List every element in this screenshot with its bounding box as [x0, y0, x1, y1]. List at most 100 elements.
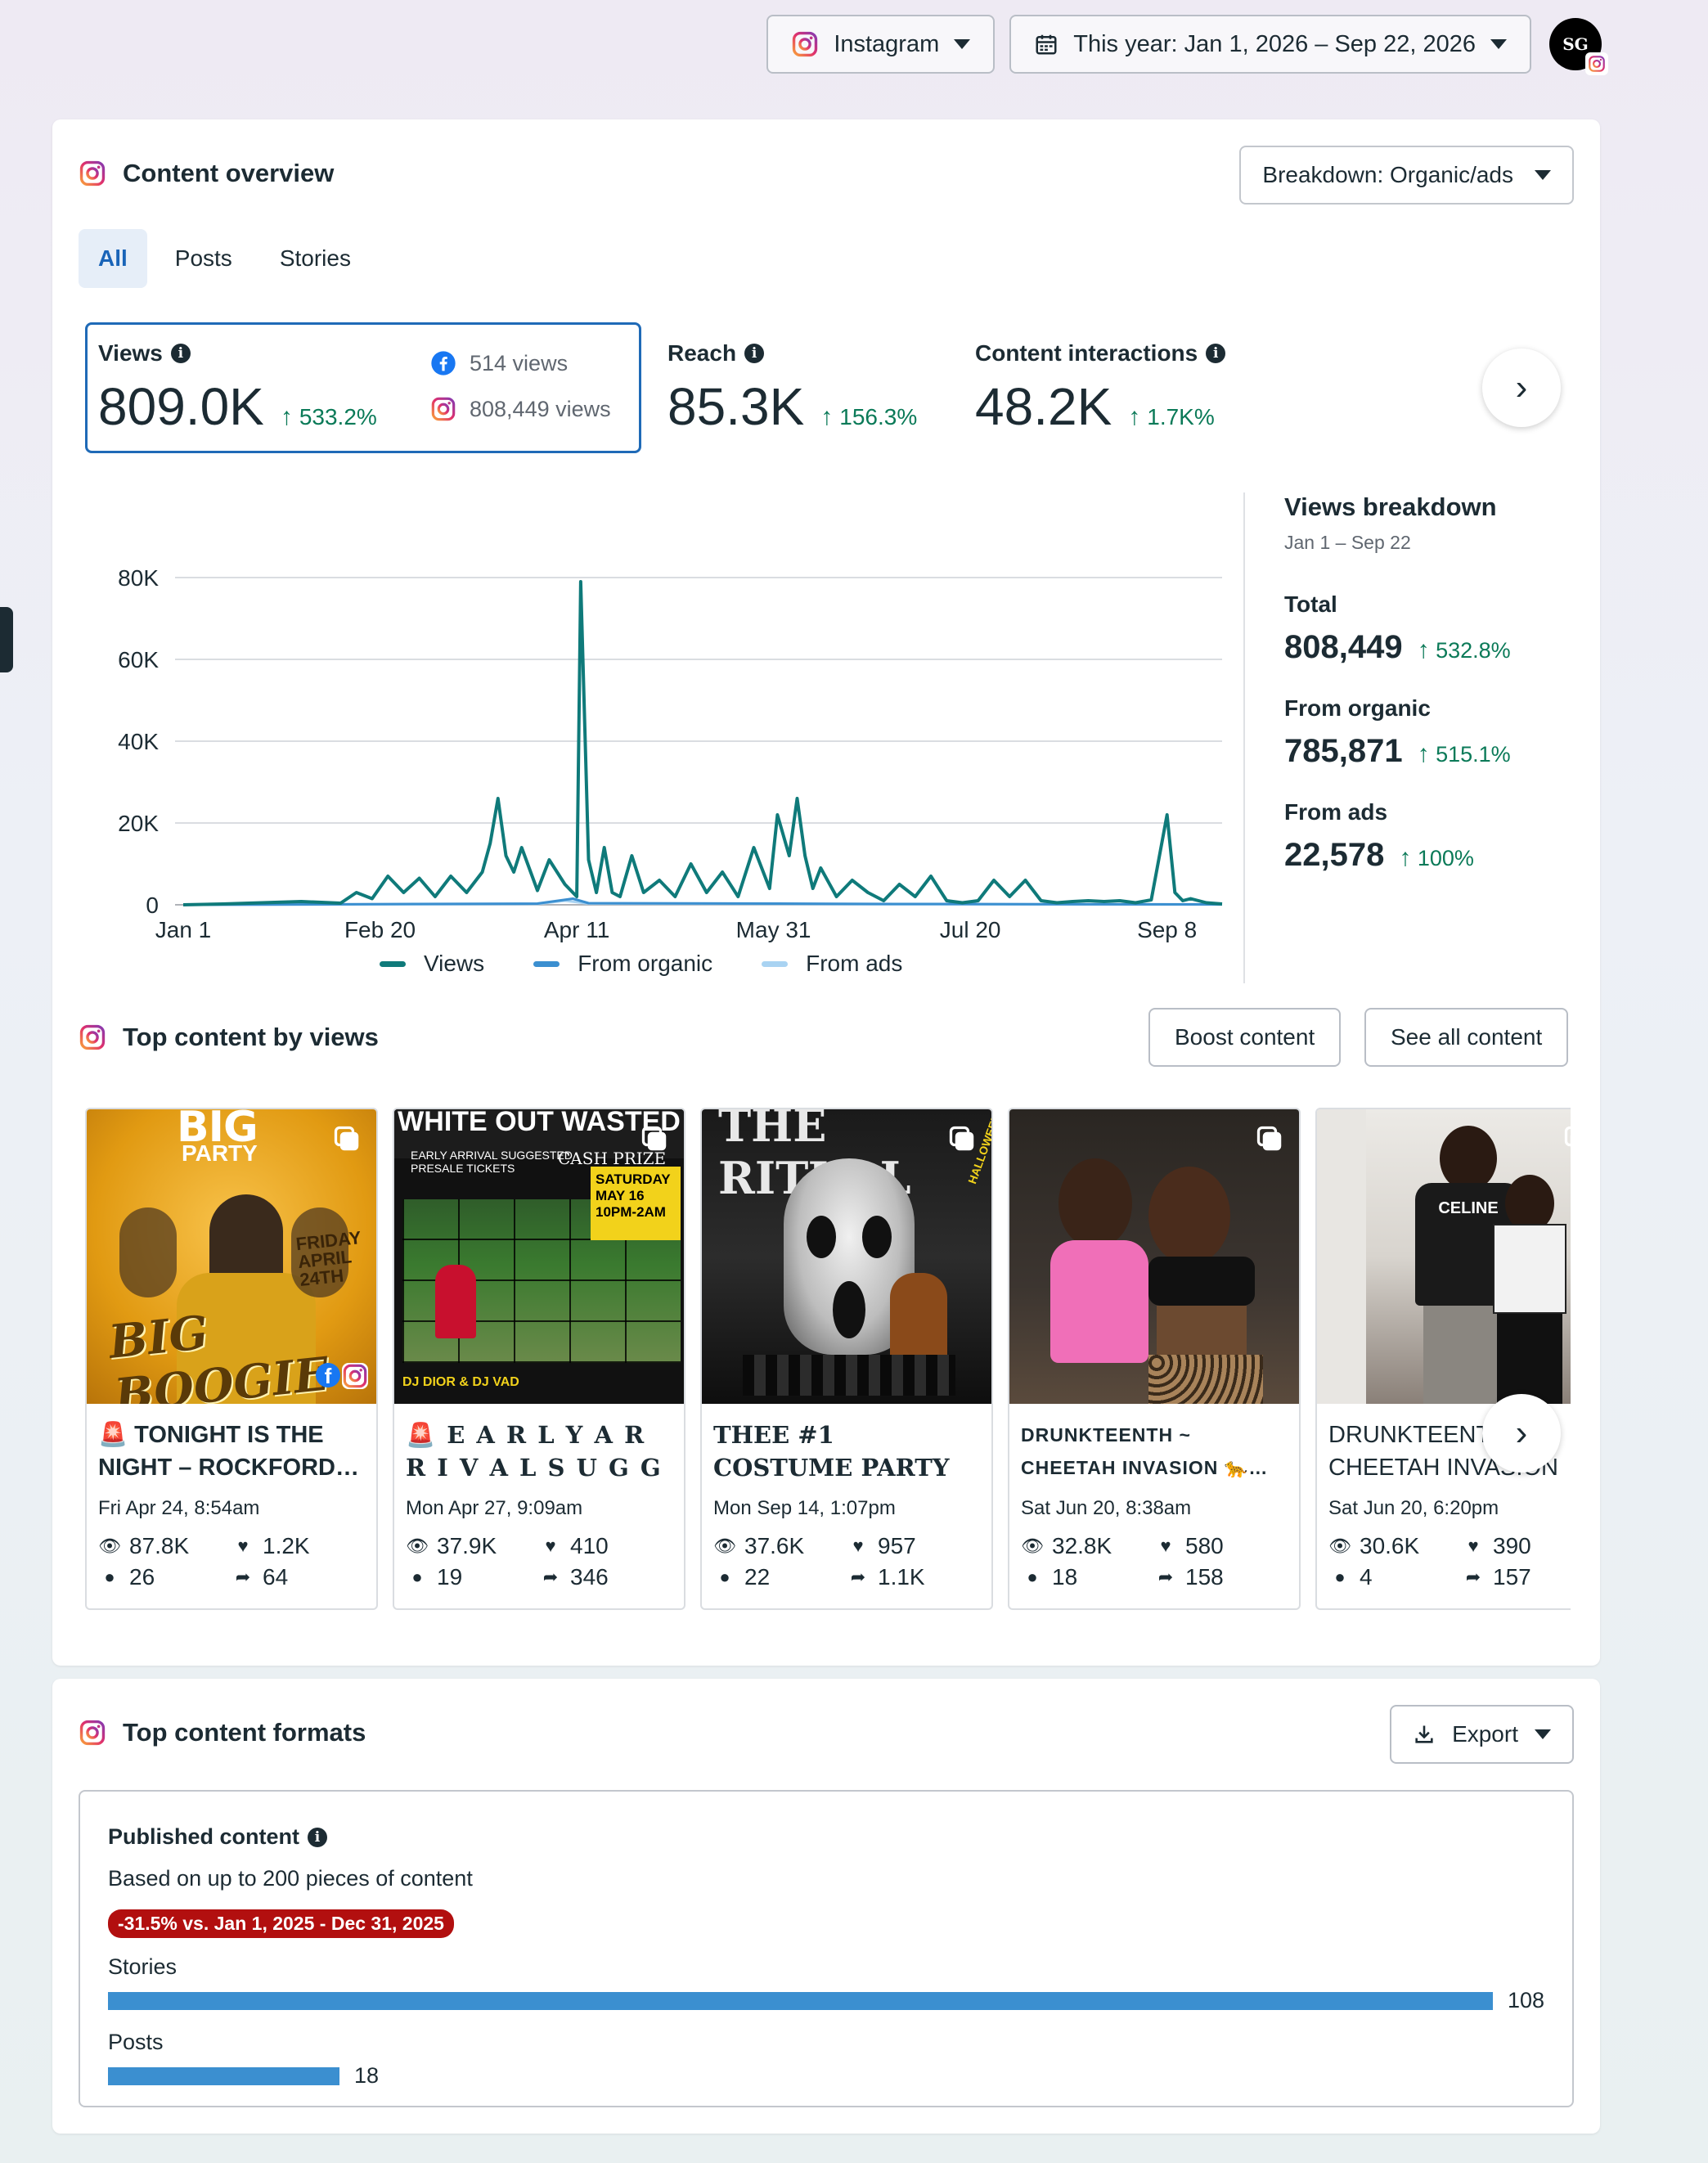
comments-count: 4 — [1360, 1564, 1373, 1590]
info-icon[interactable]: i — [744, 344, 765, 363]
carousel-icon — [332, 1124, 362, 1153]
legend-item-views[interactable]: Views — [380, 951, 484, 977]
export-button[interactable]: Export — [1390, 1705, 1574, 1764]
y-tick-label: 60K — [118, 647, 159, 672]
platform-dropdown[interactable]: Instagram — [766, 15, 996, 74]
arrow-up-icon: ↑ — [1399, 844, 1412, 871]
breakdown-value: 22,578 — [1284, 837, 1385, 873]
content-type-tabs: All Posts Stories — [79, 229, 371, 288]
facebook-views: 514 views — [470, 350, 569, 375]
section-title: Top content formats — [123, 1718, 366, 1747]
export-label: Export — [1452, 1721, 1518, 1747]
breakdown-change: 100% — [1417, 846, 1474, 870]
tab-posts[interactable]: Posts — [155, 229, 252, 288]
breakdown-title: Views breakdown — [1284, 492, 1497, 521]
stories-value: 108 — [1507, 1988, 1544, 2012]
metric-change: 156.3% — [839, 404, 918, 429]
content-tile[interactable]: WHITE OUT WASTED EARLY ARRIVAL SUGGESTED… — [393, 1108, 685, 1610]
shares-count: 157 — [1493, 1564, 1531, 1590]
legend-swatch — [380, 960, 406, 967]
published-title: Published content — [108, 1824, 300, 1849]
info-icon[interactable]: i — [308, 1827, 328, 1847]
content-tile[interactable]: CELINE DRUNKTEENTH ~ CHEETAH INVASION Sa… — [1315, 1108, 1571, 1610]
eye-icon: 👁 — [406, 1536, 429, 1556]
date-range-label: This year: Jan 1, 2026 – Sep 22, 2026 — [1073, 30, 1476, 57]
comment-icon: ● — [719, 1567, 730, 1587]
legend-item-organic[interactable]: From organic — [533, 951, 712, 977]
post-date: Mon Sep 14, 1:07pm — [713, 1497, 896, 1519]
instagram-icon — [791, 30, 819, 58]
views-count: 30.6K — [1360, 1533, 1420, 1558]
share-icon: ➦ — [1157, 1567, 1174, 1587]
post-caption: THEE #1 COSTUME PARTY DONE SPEN… — [713, 1421, 950, 1482]
post-date: Sat Jun 20, 6:20pm — [1328, 1497, 1499, 1519]
content-tile[interactable]: THE RITUAL HALLOWEEN THEE #1 COSTUME PAR… — [700, 1108, 993, 1610]
interactions-metric[interactable]: Content interactions i 48.2K ↑ 1.7K% — [975, 340, 1226, 437]
carousel-icon — [1255, 1124, 1284, 1153]
date-range-dropdown[interactable]: This year: Jan 1, 2026 – Sep 22, 2026 — [1009, 15, 1531, 74]
instagram-icon — [79, 1719, 106, 1747]
info-icon[interactable]: i — [170, 344, 191, 363]
y-tick-label: 0 — [146, 893, 159, 918]
heart-icon: ♥ — [1160, 1536, 1171, 1556]
instagram-icon — [79, 1023, 106, 1051]
chevron-right-icon: › — [1515, 1413, 1528, 1453]
tile-body: 🚨 E A R L Y A R R I V A L S U G G E S T … — [394, 1404, 684, 1590]
breakdown-change: 515.1% — [1436, 742, 1511, 767]
caret-down-icon — [954, 39, 971, 49]
content-overview-heading: Content overview — [79, 159, 334, 188]
metrics-next-button[interactable]: › — [1482, 349, 1561, 427]
metric-value: 48.2K — [975, 377, 1112, 436]
side-drawer-handle[interactable] — [0, 607, 13, 672]
breakdown-value: 785,871 — [1284, 733, 1403, 769]
eye-icon: 👁 — [98, 1536, 121, 1556]
metric-label: Content interactions — [975, 340, 1198, 366]
stories-bar[interactable] — [108, 1991, 1493, 2010]
post-thumbnail: CELINE — [1317, 1109, 1571, 1404]
comments-count: 19 — [437, 1564, 463, 1590]
content-tile[interactable]: BIG PARTY BIG BOOGIE FRIDAY APRIL 24TH f 🚨… — [85, 1108, 378, 1610]
heart-icon: ♥ — [545, 1536, 556, 1556]
carousel-icon — [1562, 1124, 1571, 1153]
arrow-up-icon: ↑ — [820, 403, 834, 430]
posts-bar[interactable] — [108, 2066, 339, 2085]
info-icon[interactable]: i — [1206, 344, 1226, 363]
likes-count: 410 — [570, 1533, 609, 1558]
formats-heading: Top content formats — [79, 1718, 366, 1747]
breakdown-value: 808,449 — [1284, 629, 1403, 665]
tab-stories[interactable]: Stories — [260, 229, 371, 288]
views-breakdown-panel: Views breakdown Jan 1 – Sep 22 Total 808… — [1243, 492, 1571, 983]
caret-down-icon — [1535, 170, 1551, 180]
views-count: 32.8K — [1052, 1533, 1112, 1558]
carousel-next-button[interactable]: › — [1482, 1394, 1561, 1473]
x-tick-label: May 31 — [736, 917, 811, 942]
reach-metric[interactable]: Reach i 85.3K ↑ 156.3% — [667, 340, 917, 437]
comments-count: 18 — [1052, 1564, 1078, 1590]
instagram-views: 808,449 views — [470, 396, 611, 421]
see-all-content-button[interactable]: See all content — [1364, 1008, 1569, 1067]
post-thumbnail — [1009, 1109, 1299, 1404]
post-thumbnail: BIG PARTY BIG BOOGIE FRIDAY APRIL 24TH f — [87, 1109, 376, 1404]
breakdown-dropdown[interactable]: Breakdown: Organic/ads — [1239, 146, 1574, 205]
arrow-up-icon: ↑ — [280, 403, 293, 430]
breakdown-change: 532.8% — [1436, 638, 1511, 663]
eye-icon: 👁 — [713, 1536, 736, 1556]
instagram-icon — [430, 396, 456, 422]
breakdown-organic: From organic 785,871 ↑ 515.1% — [1284, 695, 1571, 770]
metric-value: 809.0K — [98, 377, 264, 436]
post-thumbnail: WHITE OUT WASTED EARLY ARRIVAL SUGGESTED… — [394, 1109, 684, 1404]
post-date: Mon Apr 27, 9:09am — [406, 1497, 583, 1519]
legend-item-ads[interactable]: From ads — [762, 951, 902, 977]
heart-icon: ♥ — [237, 1536, 249, 1556]
boost-content-button[interactable]: Boost content — [1148, 1008, 1342, 1067]
likes-count: 390 — [1493, 1533, 1531, 1558]
content-tile[interactable]: DRUNKTEENTH ~ CHEETAH INVASION 🐆… Sat Ju… — [1008, 1108, 1301, 1610]
account-avatar[interactable]: SG — [1549, 18, 1608, 75]
top-content-carousel: BIG PARTY BIG BOOGIE FRIDAY APRIL 24TH f 🚨… — [85, 1108, 1571, 1733]
x-tick-label: Sep 8 — [1137, 917, 1197, 942]
metric-label: Views — [98, 340, 163, 366]
tab-all[interactable]: All — [79, 229, 147, 288]
metric-label: Reach — [667, 340, 737, 366]
comment-icon: ● — [1027, 1567, 1038, 1587]
post-thumbnail: THE RITUAL HALLOWEEN — [702, 1109, 991, 1404]
